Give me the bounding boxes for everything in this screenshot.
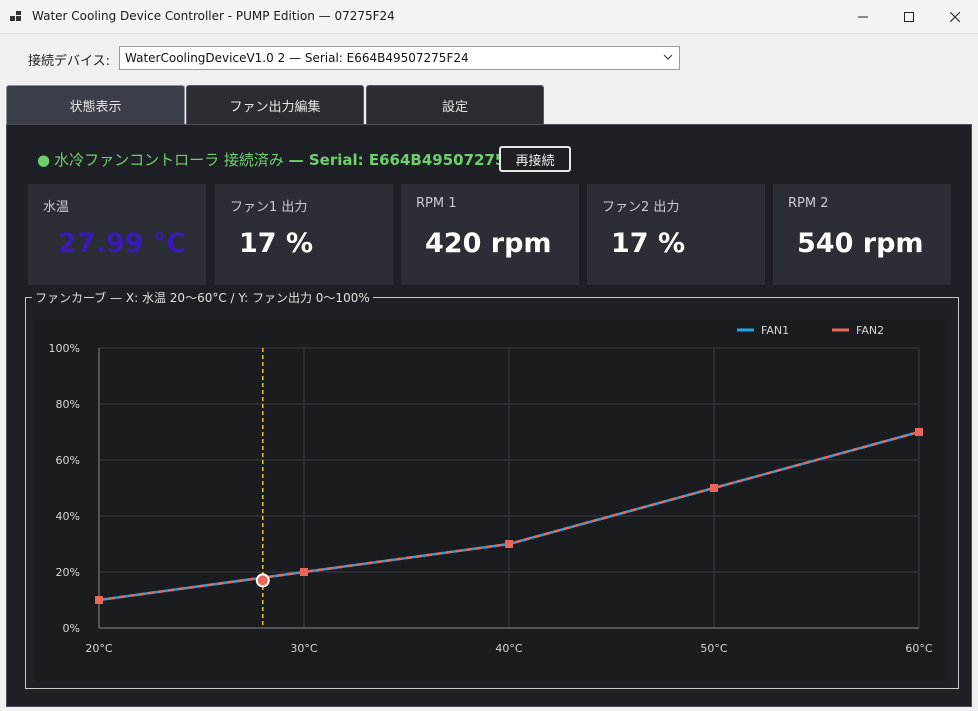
card-value: 17 % — [239, 228, 314, 259]
card-label: RPM 2 — [788, 196, 829, 211]
device-select[interactable]: WaterCoolingDeviceV1.0 2 — Serial: E664B… — [119, 46, 680, 70]
app-icon — [10, 11, 21, 21]
fan-curve-title: ファンカーブ — X: 水温 20〜60°C / Y: ファン出力 0〜100% — [32, 289, 373, 306]
data-point-fan2 — [505, 540, 513, 548]
card-value: 420 rpm — [425, 228, 552, 259]
fan1-output-card: ファン1 出力 17 % — [215, 184, 393, 285]
data-point-fan2 — [300, 568, 308, 576]
minimize-button[interactable] — [840, 0, 886, 34]
minimize-icon — [858, 16, 868, 18]
legend-label: FAN1 — [761, 324, 789, 337]
chevron-down-icon — [663, 54, 673, 60]
close-button[interactable] — [932, 0, 978, 34]
tab-strip: 状態表示 ファン出力編集 設定 — [0, 82, 978, 125]
rpm1-card: RPM 1 420 rpm — [401, 184, 579, 285]
status-panel: ● 水冷ファンコントローラ 接続済み — Serial: E664B4950727… — [6, 124, 972, 707]
x-tick-label: 30°C — [290, 642, 317, 655]
device-select-value: WaterCoolingDeviceV1.0 2 — Serial: E664B… — [125, 51, 469, 65]
reconnect-button[interactable]: 再接続 — [499, 146, 571, 172]
legend-label: FAN2 — [856, 324, 884, 337]
close-icon — [950, 12, 960, 22]
title-bar: Water Cooling Device Controller - PUMP E… — [0, 0, 978, 34]
x-tick-label: 50°C — [700, 642, 727, 655]
maximize-button[interactable] — [886, 0, 932, 34]
y-tick-label: 20% — [56, 566, 80, 579]
y-tick-label: 100% — [49, 342, 80, 355]
card-label: ファン1 出力 — [230, 200, 308, 215]
device-label: 接続デバイス: — [28, 54, 110, 69]
status-text: 水冷ファンコントローラ 接続済み — [54, 151, 284, 169]
card-value: 540 rpm — [797, 228, 924, 259]
fan-curve-svg: 0% 20% 40% 60% 80% 100% 20°C 30°C 40°C 50°C 60°C FA… — [49, 324, 933, 655]
window-title: Water Cooling Device Controller - PUMP E… — [32, 9, 395, 23]
x-tick-label: 40°C — [495, 642, 522, 655]
data-point-fan2 — [710, 484, 718, 492]
x-tick-label: 20°C — [85, 642, 112, 655]
y-tick-label: 80% — [56, 398, 80, 411]
y-tick-label: 60% — [56, 454, 80, 467]
card-value: 27.99 °C — [58, 228, 187, 259]
connection-status: ● 水冷ファンコントローラ 接続済み — Serial: E664B4950727… — [37, 149, 537, 170]
water-temp-card: 水温 27.99 °C — [28, 184, 206, 285]
y-tick-label: 40% — [56, 510, 80, 523]
y-tick-label: 0% — [63, 622, 80, 635]
maximize-icon — [904, 12, 914, 22]
status-dot-icon: ● — [37, 151, 51, 169]
fan-curve-chart[interactable]: 0% 20% 40% 60% 80% 100% 20°C 30°C 40°C 50°C 60°C FA… — [35, 320, 945, 681]
tab-status[interactable]: 状態表示 — [6, 85, 185, 125]
card-label: 水温 — [43, 200, 70, 215]
card-label: ファン2 出力 — [602, 200, 680, 215]
x-tick-label: 60°C — [905, 642, 932, 655]
current-point-marker — [255, 573, 270, 588]
fan2-output-card: ファン2 出力 17 % — [587, 184, 765, 285]
rpm2-card: RPM 2 540 rpm — [773, 184, 951, 285]
data-point-fan2 — [95, 596, 103, 604]
card-label: RPM 1 — [416, 196, 457, 211]
tab-fan-output-edit[interactable]: ファン出力編集 — [186, 85, 364, 125]
card-value: 17 % — [611, 228, 686, 259]
fan-curve-group: ファンカーブ — X: 水温 20〜60°C / Y: ファン出力 0〜100%… — [25, 289, 959, 689]
tab-settings[interactable]: 設定 — [366, 85, 544, 125]
data-point-fan2 — [915, 428, 923, 436]
